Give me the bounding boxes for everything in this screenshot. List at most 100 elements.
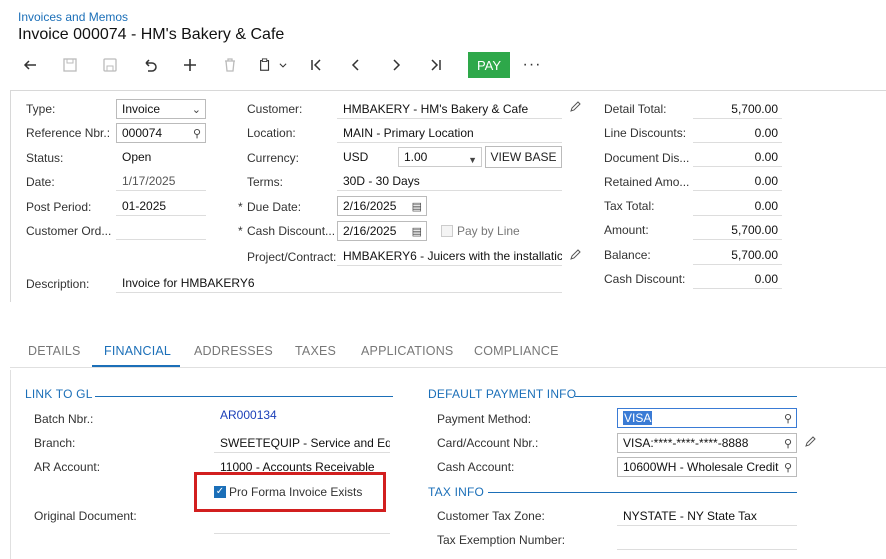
tab-details[interactable]: DETAILS [28, 344, 81, 358]
project-value[interactable]: HMBAKERY6 - Juicers with the installatic [337, 246, 562, 266]
delete-icon[interactable] [210, 51, 250, 79]
last-record-icon[interactable] [416, 51, 456, 79]
back-arrow-icon[interactable] [10, 51, 50, 79]
customer-label: Customer: [247, 102, 303, 116]
due-date-value: 2/16/2025 [343, 199, 397, 213]
post-period-label: Post Period: [26, 200, 92, 214]
exchange-rate-select[interactable]: 1.00 ▼ [398, 147, 482, 167]
type-select[interactable]: Invoice ⌄ [116, 99, 206, 119]
status-label: Status: [26, 151, 64, 165]
breadcrumb[interactable]: Invoices and Memos [18, 10, 128, 24]
currency-label: Currency: [247, 151, 300, 165]
pay-by-line-label: Pay by Line [457, 224, 520, 238]
original-document-label: Original Document: [34, 509, 137, 523]
payment-method-label: Payment Method: [437, 412, 532, 426]
ar-account-label: AR Account: [34, 460, 101, 474]
currency-value[interactable]: USD [343, 147, 393, 167]
customer-order-input[interactable] [116, 220, 206, 240]
customer-order-label: Customer Ord... [26, 224, 112, 238]
calendar-icon[interactable]: ▤ [412, 223, 422, 240]
cash-account-input[interactable]: 10600WH - Wholesale Credit ⚲ [617, 457, 797, 477]
tab-compliance[interactable]: COMPLIANCE [474, 344, 559, 358]
terms-value[interactable]: 30D - 30 Days [337, 171, 562, 191]
pay-by-line-checkbox[interactable] [441, 225, 453, 237]
save-icon[interactable] [90, 51, 130, 79]
amount-label: Amount: [604, 223, 649, 237]
card-account-input[interactable]: VISA:****-****-****-8888 ⚲ [617, 433, 797, 453]
payment-method-input[interactable]: VISA ⚲ [617, 408, 797, 428]
date-value[interactable]: 1/17/2025 [116, 171, 206, 191]
more-actions-button[interactable]: ··· [520, 51, 544, 79]
tax-total-value: 0.00 [693, 196, 782, 216]
dropdown-arrow-icon: ▼ [468, 155, 477, 165]
tax-exemption-input[interactable] [617, 530, 797, 550]
section-divider [488, 492, 797, 493]
date-label: Date: [26, 175, 55, 189]
description-input[interactable]: Invoice for HMBAKERY6 [116, 273, 562, 293]
retained-amount-value: 0.00 [693, 171, 782, 191]
document-discount-label: Document Dis... [604, 151, 690, 165]
cash-discount-date-value: 2/16/2025 [343, 224, 397, 238]
reference-value: 000074 [122, 126, 163, 140]
exchange-rate-value: 1.00 [404, 150, 428, 164]
view-base-button[interactable]: VIEW BASE [485, 146, 562, 168]
calendar-icon[interactable]: ▤ [412, 198, 422, 215]
cash-discount-label: Cash Discount: [604, 272, 686, 286]
post-period-value[interactable]: 01-2025 [116, 196, 206, 216]
pay-button[interactable]: PAY [468, 52, 510, 78]
search-icon[interactable]: ⚲ [784, 435, 792, 452]
search-icon[interactable]: ⚲ [784, 459, 792, 476]
original-document-value[interactable] [214, 514, 390, 534]
tax-info-heading: TAX INFO [428, 485, 485, 499]
tax-total-label: Tax Total: [604, 199, 655, 213]
branch-value[interactable]: SWEETEQUIP - Service and Eq [214, 433, 390, 453]
detail-total-label: Detail Total: [604, 102, 667, 116]
reference-label: Reference Nbr.: [26, 126, 111, 140]
undo-icon[interactable] [130, 51, 170, 79]
terms-label: Terms: [247, 175, 283, 189]
tab-financial[interactable]: FINANCIAL [104, 344, 171, 358]
cash-account-value: 10600WH - Wholesale Credit [623, 460, 779, 474]
pro-forma-checkbox[interactable]: ✓ [214, 486, 226, 498]
edit-pencil-icon[interactable] [804, 436, 816, 448]
first-record-icon[interactable] [296, 51, 336, 79]
customer-value[interactable]: HMBAKERY - HM's Bakery & Cafe [337, 99, 562, 119]
status-value: Open [122, 150, 152, 164]
description-label: Description: [26, 277, 90, 291]
amount-value: 5,700.00 [693, 220, 782, 240]
previous-record-icon[interactable] [336, 51, 376, 79]
tab-taxes[interactable]: TAXES [295, 344, 336, 358]
type-label: Type: [26, 102, 56, 116]
edit-pencil-icon[interactable] [569, 249, 581, 261]
search-icon[interactable]: ⚲ [193, 125, 201, 142]
required-mark: * [238, 224, 243, 238]
add-icon[interactable] [170, 51, 210, 79]
balance-label: Balance: [604, 248, 651, 262]
batch-link[interactable]: AR000134 [220, 405, 390, 425]
location-value[interactable]: MAIN - Primary Location [337, 123, 562, 143]
tab-applications[interactable]: APPLICATIONS [361, 344, 453, 358]
due-date-label: Due Date: [247, 200, 302, 214]
edit-pencil-icon[interactable] [569, 101, 581, 113]
line-discounts-value: 0.00 [693, 123, 782, 143]
section-divider [95, 396, 393, 397]
cash-discount-value: 0.00 [693, 269, 782, 289]
default-payment-info-heading: DEFAULT PAYMENT INFO [428, 387, 577, 401]
cash-account-label: Cash Account: [437, 460, 515, 474]
tab-addresses[interactable]: ADDRESSES [194, 344, 273, 358]
customer-tax-zone-value[interactable]: NYSTATE - NY State Tax [617, 506, 797, 526]
due-date-input[interactable]: 2/16/2025 ▤ [337, 196, 427, 216]
save-close-icon[interactable] [50, 51, 90, 79]
next-record-icon[interactable] [376, 51, 416, 79]
branch-label: Branch: [34, 436, 76, 450]
location-label: Location: [247, 126, 296, 140]
cash-discount-date-input[interactable]: 2/16/2025 ▤ [337, 221, 427, 241]
pro-forma-label: Pro Forma Invoice Exists [229, 485, 363, 499]
copy-paste-icon[interactable] [250, 51, 296, 79]
cash-discount-date-label: Cash Discount... [247, 224, 336, 238]
link-to-gl-heading: LINK TO GL [25, 387, 93, 401]
search-icon[interactable]: ⚲ [784, 410, 792, 427]
payment-method-value: VISA [623, 411, 653, 425]
section-divider [575, 396, 797, 397]
reference-input[interactable]: 000074 ⚲ [116, 123, 206, 143]
